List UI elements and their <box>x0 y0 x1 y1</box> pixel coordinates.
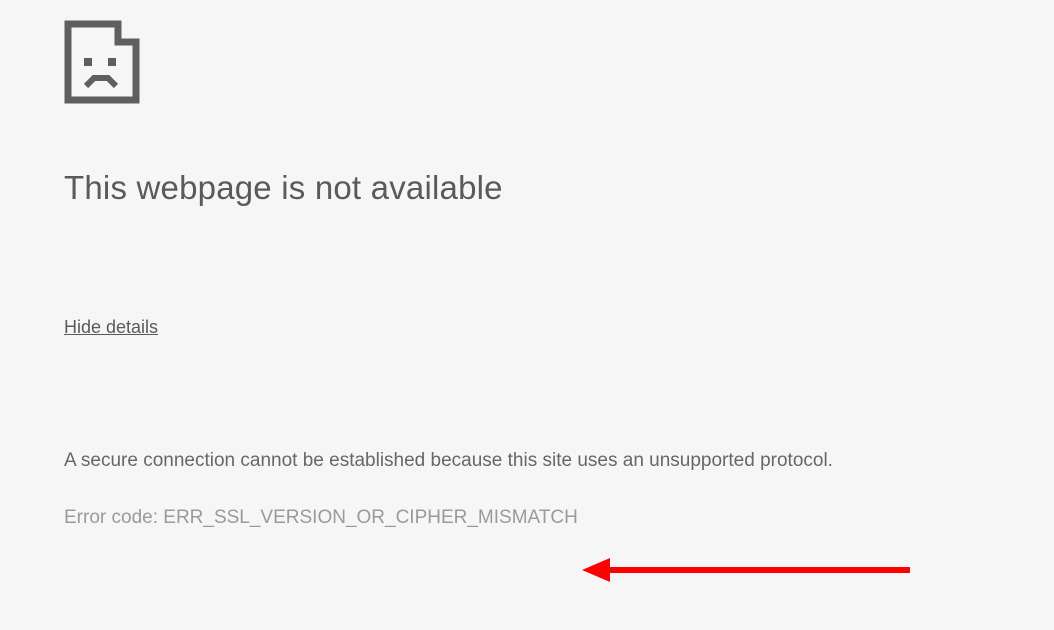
error-page-container: This webpage is not available Hide detai… <box>0 0 1054 551</box>
annotation-arrow-icon <box>580 550 920 595</box>
hide-details-link[interactable]: Hide details <box>64 317 158 338</box>
page-heading: This webpage is not available <box>64 169 990 207</box>
error-description: A secure connection cannot be establishe… <box>64 448 990 475</box>
error-code-label: Error code: <box>64 507 163 528</box>
error-code-line: Error code: ERR_SSL_VERSION_OR_CIPHER_MI… <box>64 505 990 532</box>
sad-page-icon <box>64 20 990 109</box>
error-code-value: ERR_SSL_VERSION_OR_CIPHER_MISMATCH <box>163 507 578 528</box>
